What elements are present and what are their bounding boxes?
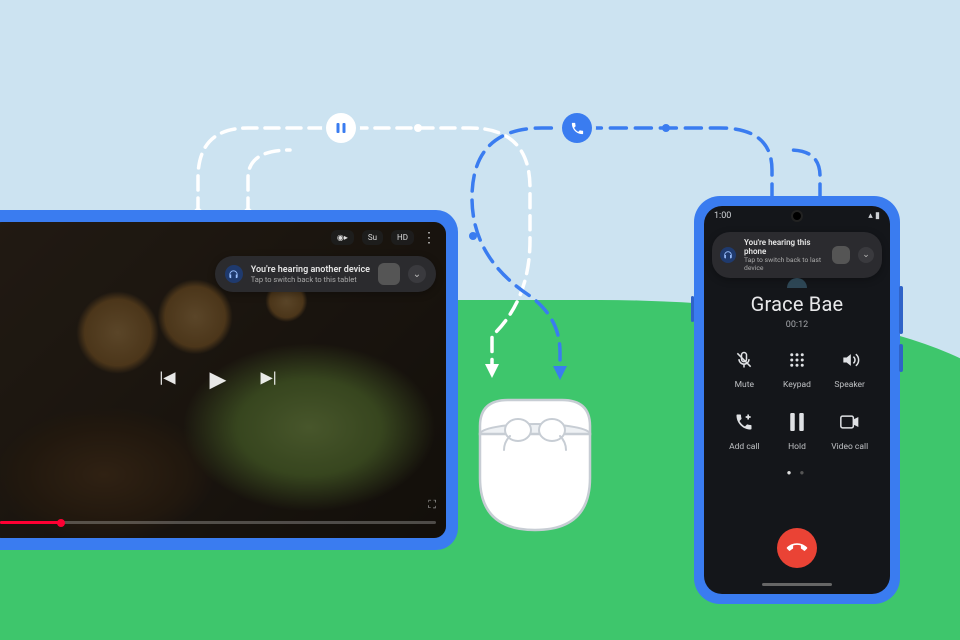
hold-button[interactable]: Hold xyxy=(771,408,824,452)
notification-thumbnail xyxy=(378,263,400,285)
notification-subtitle: Tap to switch back to this tablet xyxy=(251,275,370,284)
add-call-icon xyxy=(730,408,758,436)
video-top-controls: ◉▸ Su HD ⋮ xyxy=(331,230,436,245)
path-dot xyxy=(469,232,477,240)
keypad-icon xyxy=(783,346,811,374)
add-call-button[interactable]: Add call xyxy=(718,408,771,452)
caller-avatar xyxy=(787,278,807,288)
video-controls: |◀ ▶ ▶| xyxy=(0,368,446,393)
caller-name: Grace Bae xyxy=(704,292,890,316)
audio-switch-notification[interactable]: You're hearing another device Tap to swi… xyxy=(215,256,436,292)
notification-title: You're hearing another device xyxy=(251,265,370,275)
fullscreen-icon[interactable]: ⛶ xyxy=(428,498,436,512)
phone-badge-icon xyxy=(562,113,592,143)
call-duration: 00:12 xyxy=(704,320,890,330)
mute-button[interactable]: Mute xyxy=(718,346,771,390)
page-indicator: ● ● xyxy=(704,468,890,477)
path-dot xyxy=(662,124,670,132)
notification-thumbnail xyxy=(832,246,850,264)
earbuds-case xyxy=(468,380,602,540)
nav-bar[interactable] xyxy=(762,583,832,586)
call-controls-grid: Mute Keypad Speaker Add call Hold xyxy=(718,346,876,452)
illustration-stage: ◉▸ Su HD ⋮ You're hearing another device… xyxy=(0,0,960,640)
next-button[interactable]: ▶| xyxy=(260,368,276,393)
more-icon[interactable]: ⋮ xyxy=(422,234,436,242)
previous-button[interactable]: |◀ xyxy=(159,368,175,393)
captions-icon[interactable]: Su xyxy=(362,230,383,245)
quality-icon[interactable]: HD xyxy=(391,230,414,245)
cast-icon[interactable]: ◉▸ xyxy=(331,230,354,245)
video-progress[interactable] xyxy=(0,521,436,524)
hold-icon xyxy=(783,408,811,436)
headphones-icon xyxy=(225,265,243,283)
notification-title: You're hearing this phone xyxy=(744,238,824,256)
audio-switch-notification[interactable]: You're hearing this phone Tap to switch … xyxy=(712,232,882,278)
phone-screen: 1:00 ▴ ▮ You're hearing this phone Tap t… xyxy=(704,206,890,594)
status-icons: ▴ ▮ xyxy=(868,211,880,221)
hangup-button[interactable] xyxy=(777,528,817,568)
video-call-button[interactable]: Video call xyxy=(823,408,876,452)
mute-icon xyxy=(730,346,758,374)
play-button[interactable]: ▶ xyxy=(210,368,227,393)
headphones-icon xyxy=(720,247,736,263)
path-dot xyxy=(414,124,422,132)
status-bar: 1:00 ▴ ▮ xyxy=(704,206,890,226)
phone-device: 1:00 ▴ ▮ You're hearing this phone Tap t… xyxy=(694,196,900,604)
video-icon xyxy=(836,408,864,436)
tablet-screen: ◉▸ Su HD ⋮ You're hearing another device… xyxy=(0,222,446,538)
pause-badge-icon xyxy=(326,113,356,143)
chevron-down-icon[interactable]: ⌄ xyxy=(858,247,874,263)
keypad-button[interactable]: Keypad xyxy=(771,346,824,390)
speaker-button[interactable]: Speaker xyxy=(823,346,876,390)
status-time: 1:00 xyxy=(714,211,731,221)
tablet-device: ◉▸ Su HD ⋮ You're hearing another device… xyxy=(0,210,458,550)
notification-subtitle: Tap to switch back to last device xyxy=(744,256,824,272)
chevron-down-icon[interactable]: ⌄ xyxy=(408,265,426,283)
speaker-icon xyxy=(836,346,864,374)
